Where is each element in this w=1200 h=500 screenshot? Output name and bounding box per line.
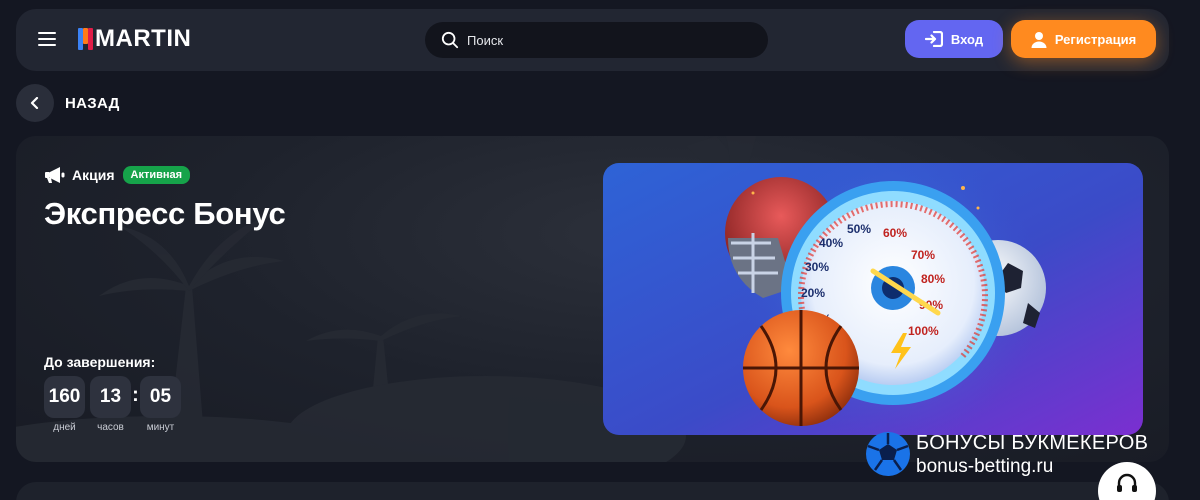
gauge-label-40: 40% xyxy=(819,236,843,250)
next-section-card xyxy=(16,482,1169,500)
logo[interactable]: MARTIN xyxy=(78,25,192,52)
countdown-minutes-unit: минут xyxy=(146,422,175,433)
countdown-hours: 13 часов xyxy=(90,376,131,433)
logo-mark xyxy=(78,28,94,50)
login-icon xyxy=(924,31,943,47)
search-icon xyxy=(441,31,459,49)
megaphone-icon xyxy=(45,167,65,183)
watermark-url: bonus-betting.ru xyxy=(916,456,1054,477)
logo-text: MARTIN xyxy=(95,25,192,52)
gauge-label-30: 30% xyxy=(805,260,829,274)
promo-type-label: Акция xyxy=(72,167,115,183)
promo-card: Акция Активная Экспресс Бонус До заверше… xyxy=(16,136,1169,462)
countdown-days-value: 160 xyxy=(44,376,85,418)
countdown-timer: 160 дней 13 часов : 05 минут xyxy=(44,376,181,433)
back-circle xyxy=(16,84,54,122)
countdown-hours-unit: часов xyxy=(97,422,124,433)
soccer-ball-icon xyxy=(866,432,910,476)
countdown-separator: : xyxy=(132,384,139,406)
gauge-label-70: 70% xyxy=(911,248,935,262)
register-button[interactable]: Регистрация xyxy=(1011,20,1156,58)
promo-title: Экспресс Бонус xyxy=(44,196,286,231)
top-header: MARTIN Вход Регистрация xyxy=(16,9,1169,71)
headset-icon xyxy=(1117,473,1137,492)
countdown-hours-value: 13 xyxy=(90,376,131,418)
status-badge: Активная xyxy=(122,166,191,184)
register-label: Регистрация xyxy=(1054,31,1137,47)
search-input[interactable] xyxy=(467,32,727,48)
countdown-minutes-value: 05 xyxy=(140,376,181,418)
promo-banner: 5% 10% 20% 30% 40% 50% 60% 70% 80% 90% 1… xyxy=(603,163,1143,435)
countdown-minutes: 05 минут xyxy=(140,376,181,433)
back-button[interactable]: НАЗАД xyxy=(16,84,120,122)
chevron-left-icon xyxy=(30,97,39,109)
back-label: НАЗАД xyxy=(65,94,120,112)
user-icon xyxy=(1031,31,1047,48)
login-label: Вход xyxy=(950,31,984,47)
gauge-label-20: 20% xyxy=(801,286,825,300)
login-button[interactable]: Вход xyxy=(905,20,1003,58)
gauge-label-60: 60% xyxy=(883,226,907,240)
watermark-title: БОНУСЫ БУКМЕКЕРОВ xyxy=(916,432,1149,454)
promo-type-row: Акция Активная xyxy=(44,166,191,184)
menu-icon[interactable] xyxy=(38,32,56,46)
countdown-days: 160 дней xyxy=(44,376,85,433)
gauge-label-80: 80% xyxy=(921,272,945,286)
countdown-label: До завершения: xyxy=(44,354,156,370)
promo-banner-illustration: 5% 10% 20% 30% 40% 50% 60% 70% 80% 90% 1… xyxy=(603,163,1143,435)
gauge-label-100: 100% xyxy=(908,324,939,338)
countdown-days-unit: дней xyxy=(53,422,76,433)
search-bar[interactable] xyxy=(425,22,768,58)
gauge-label-50: 50% xyxy=(847,222,871,236)
